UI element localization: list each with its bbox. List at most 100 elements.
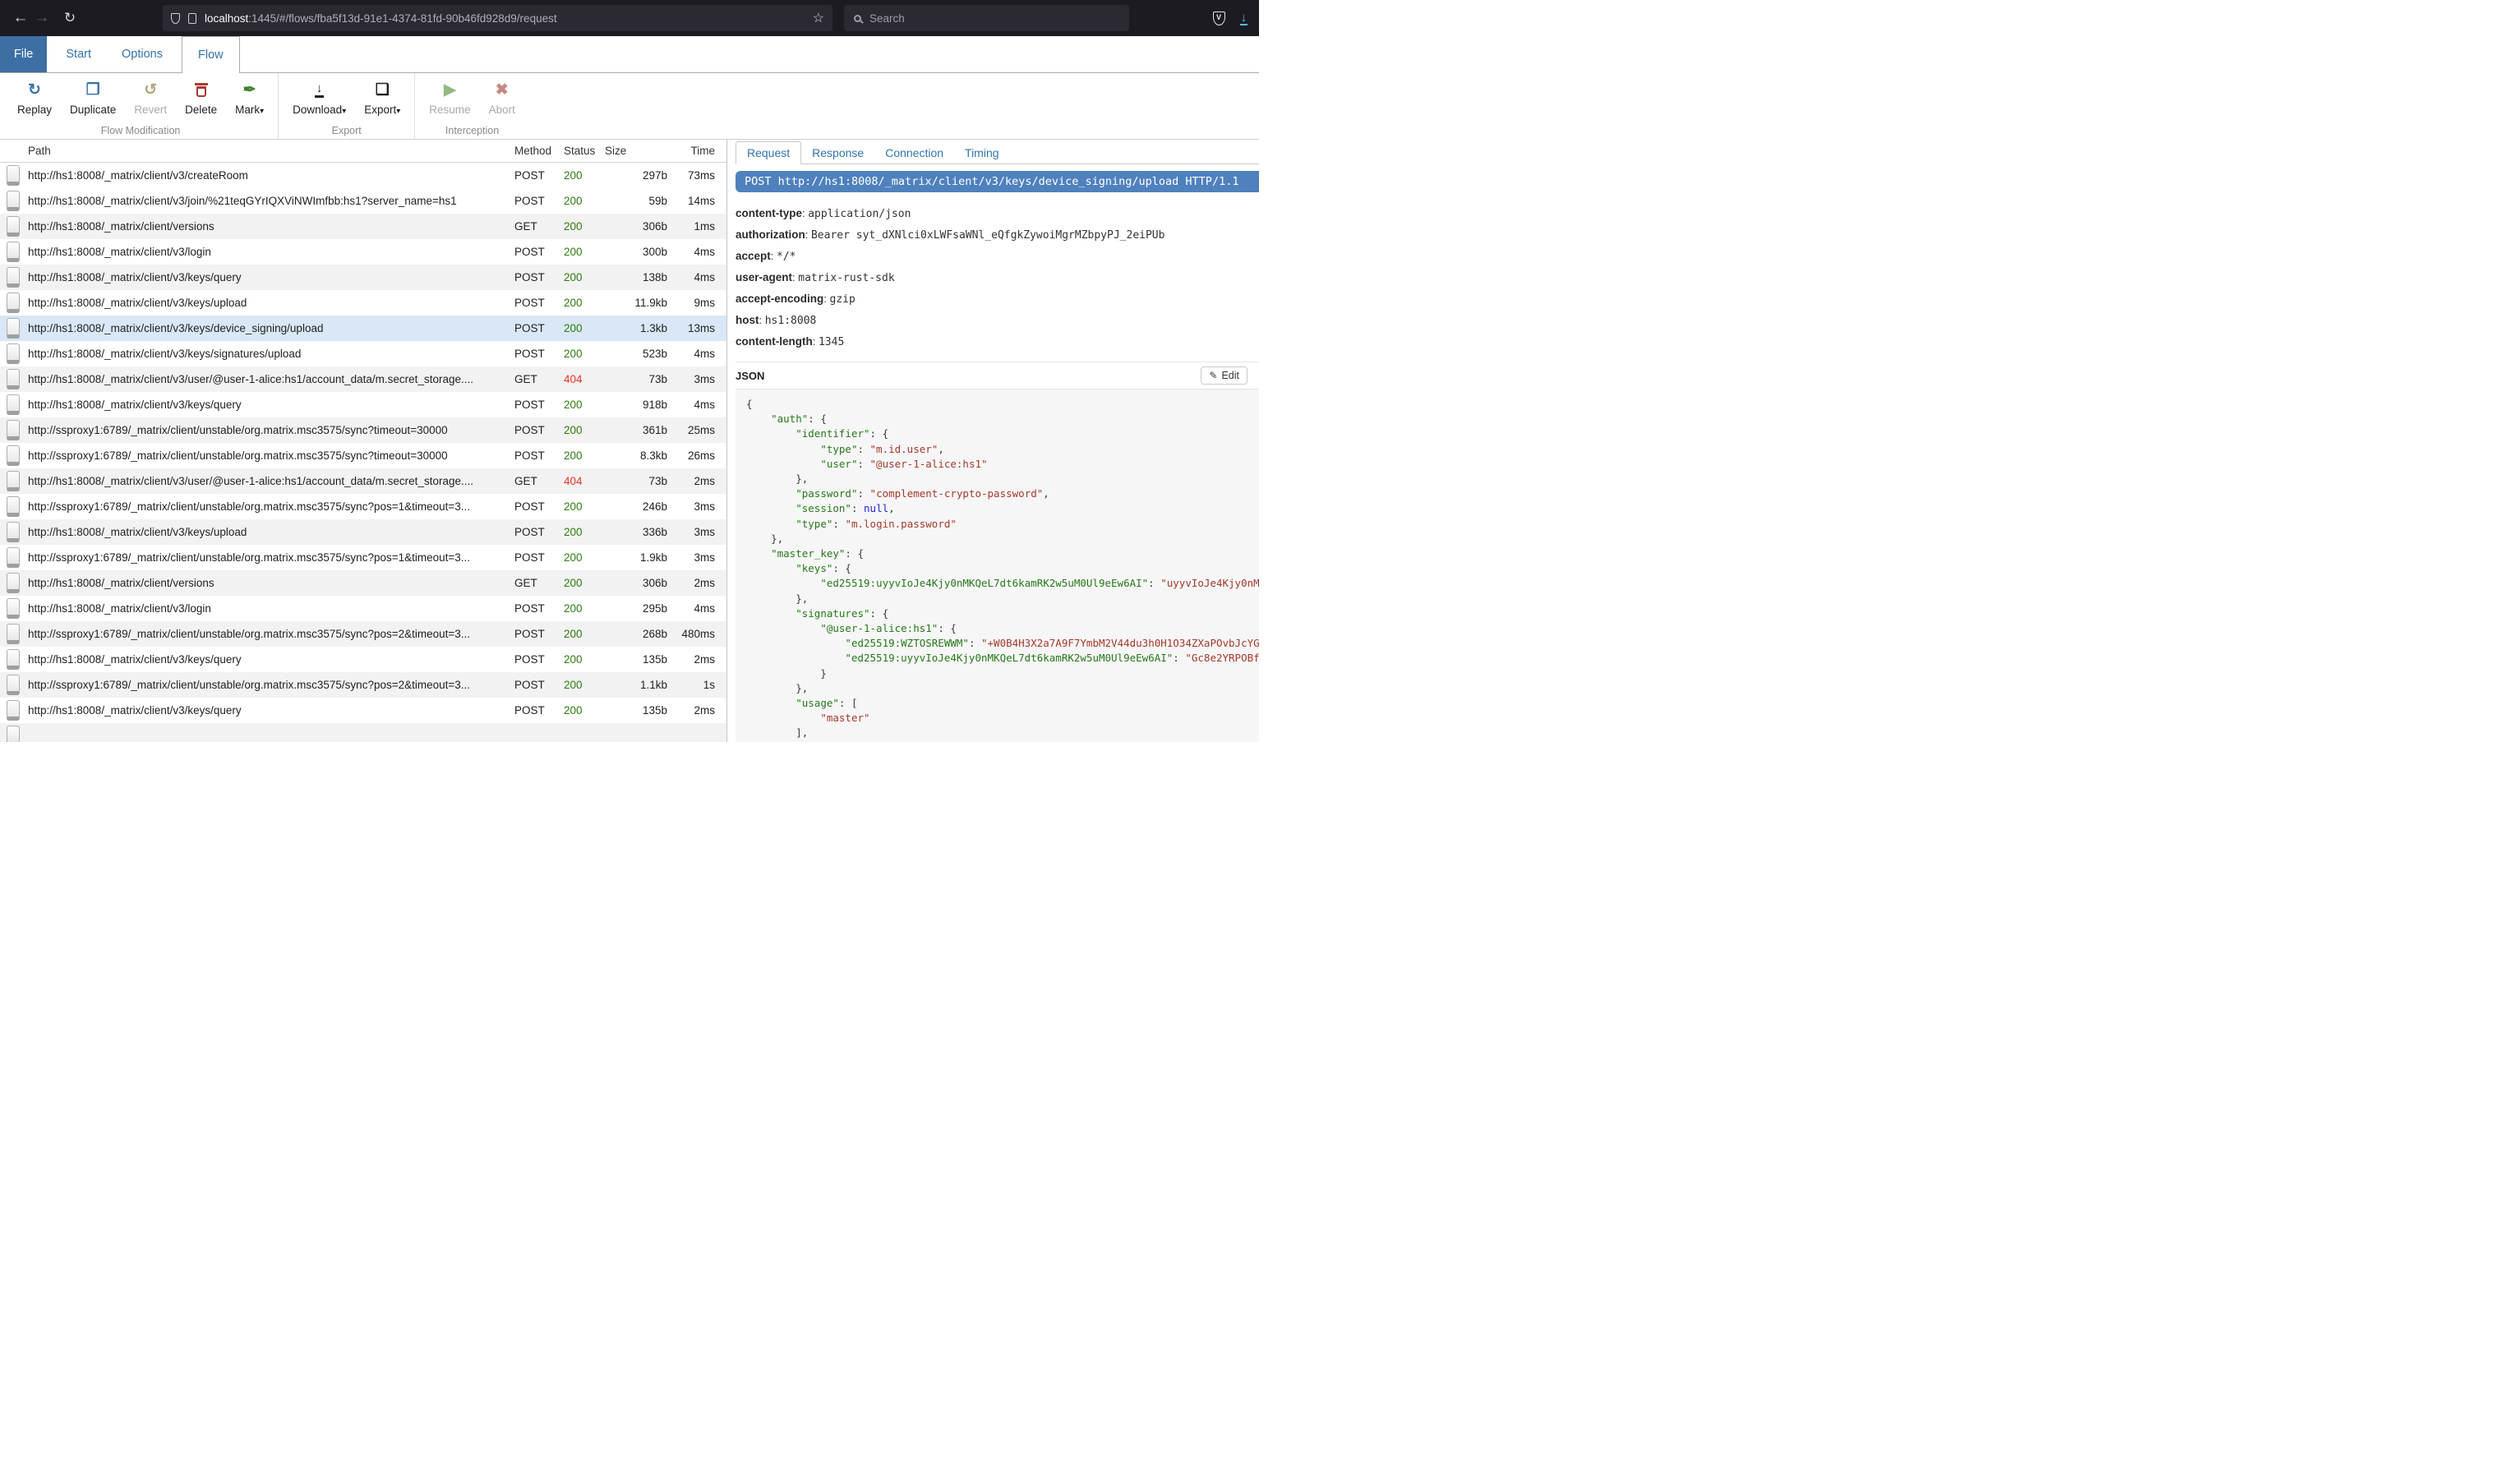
tab-timing[interactable]: Timing xyxy=(954,142,1010,164)
toolbar-delete-button[interactable]: Delete xyxy=(176,73,226,116)
flow-size: 1.3kb xyxy=(605,322,667,334)
toolbar-button-label: Mark▾ xyxy=(235,104,264,116)
request-header[interactable]: host: hs1:8008 xyxy=(736,314,1259,327)
request-header[interactable]: content-length: 1345 xyxy=(736,335,1259,348)
flow-path: http://hs1:8008/_matrix/client/v3/user/@… xyxy=(28,475,514,487)
toolbar-button-label: Export▾ xyxy=(364,104,400,116)
flow-method: POST xyxy=(514,628,564,640)
tab-response[interactable]: Response xyxy=(801,142,874,164)
flow-size: 1.1kb xyxy=(605,679,667,691)
flow-row[interactable]: http://ssproxy1:6789/_matrix/client/unst… xyxy=(0,672,726,698)
flow-row[interactable]: http://hs1:8008/_matrix/client/versionsG… xyxy=(0,570,726,596)
column-method[interactable]: Method xyxy=(514,145,564,157)
flow-time: 3ms xyxy=(667,526,715,538)
flow-row[interactable]: http://ssproxy1:6789/_matrix/client/unst… xyxy=(0,545,726,570)
tab-connection[interactable]: Connection xyxy=(874,142,954,164)
flow-time: 480ms xyxy=(667,628,715,640)
request-first-line[interactable]: POST http://hs1:8008/_matrix/client/v3/k… xyxy=(736,171,1259,192)
caret-down-icon: ▾ xyxy=(396,107,400,116)
flow-row[interactable]: http://hs1:8008/_matrix/client/v3/keys/q… xyxy=(0,647,726,672)
header-separator: : xyxy=(759,314,765,326)
flow-row[interactable]: http://hs1:8008/_matrix/client/v3/keys/s… xyxy=(0,341,726,366)
bookmark-star-icon[interactable]: ☆ xyxy=(813,10,824,26)
edit-button-label: Edit xyxy=(1221,370,1239,381)
flow-method: GET xyxy=(514,475,564,487)
flow-time: 4ms xyxy=(667,271,715,283)
header-name: accept-encoding xyxy=(736,293,823,305)
reload-icon[interactable]: ↻ xyxy=(59,10,81,26)
flow-row[interactable]: http://hs1:8008/_matrix/client/v3/user/@… xyxy=(0,366,726,392)
flow-rows: http://hs1:8008/_matrix/client/v3/create… xyxy=(0,163,726,742)
tab-request[interactable]: Request xyxy=(736,141,801,164)
header-value: matrix-rust-sdk xyxy=(798,272,894,284)
toolbar-abort-button[interactable]: ✖Abort xyxy=(480,73,524,116)
toolbar-mark-button[interactable]: ✒Mark▾ xyxy=(226,73,273,116)
column-path[interactable]: Path xyxy=(28,145,514,157)
flow-row[interactable]: http://ssproxy1:6789/_matrix/client/unst… xyxy=(0,417,726,443)
toolbar-replay-button[interactable]: ↻Replay xyxy=(8,73,61,116)
flow-row[interactable]: http://hs1:8008/_matrix/client/v3/keys/q… xyxy=(0,392,726,417)
flow-row[interactable] xyxy=(0,723,726,742)
extension-shield-icon[interactable]: V xyxy=(1213,12,1225,25)
search-bar[interactable]: Search xyxy=(844,5,1129,31)
flow-row[interactable]: http://hs1:8008/_matrix/client/versionsG… xyxy=(0,214,726,239)
url-path: :1445/#/flows/fba5f13d-91e1-4374-81fd-90… xyxy=(248,12,556,25)
flow-row[interactable]: http://ssproxy1:6789/_matrix/client/unst… xyxy=(0,621,726,647)
flow-path: http://ssproxy1:6789/_matrix/client/unst… xyxy=(28,424,514,436)
flow-row[interactable]: http://hs1:8008/_matrix/client/v3/loginP… xyxy=(0,596,726,621)
toolbar-group: ↻Replay❐Duplicate↺RevertDelete✒Mark▾Flow… xyxy=(3,73,278,139)
flow-status: 200 xyxy=(564,551,605,564)
flow-path: http://hs1:8008/_matrix/client/v3/keys/s… xyxy=(28,348,514,360)
menu-tab-flow[interactable]: Flow xyxy=(182,36,240,73)
address-bar[interactable]: localhost:1445/#/flows/fba5f13d-91e1-437… xyxy=(163,5,832,31)
toolbar-duplicate-button[interactable]: ❐Duplicate xyxy=(61,73,125,116)
toolbar-download-button[interactable]: ↓Download▾ xyxy=(284,73,355,116)
flow-table-header[interactable]: Path Method Status Size Time xyxy=(0,140,726,163)
flow-time: 9ms xyxy=(667,297,715,309)
flow-row[interactable]: http://hs1:8008/_matrix/client/v3/keys/d… xyxy=(0,316,726,341)
flow-row[interactable]: http://hs1:8008/_matrix/client/v3/keys/u… xyxy=(0,519,726,545)
toolbar-export-button[interactable]: ❏Export▾ xyxy=(355,73,409,116)
flow-row[interactable]: http://ssproxy1:6789/_matrix/client/unst… xyxy=(0,443,726,468)
request-header[interactable]: accept-encoding: gzip xyxy=(736,293,1259,306)
menu-start[interactable]: Start xyxy=(54,36,103,72)
flow-row[interactable]: http://hs1:8008/_matrix/client/v3/loginP… xyxy=(0,239,726,265)
request-header[interactable]: user-agent: matrix-rust-sdk xyxy=(736,271,1259,284)
column-status[interactable]: Status xyxy=(564,145,605,157)
toolbar-group: ↓Download▾❏Export▾ Export xyxy=(278,73,414,139)
request-header[interactable]: authorization: Bearer syt_dXNlci0xLWFsaW… xyxy=(736,228,1259,242)
edit-button[interactable]: ✎ Edit xyxy=(1201,366,1247,385)
toolbar-resume-button[interactable]: ▶Resume xyxy=(420,73,479,116)
flow-status: 404 xyxy=(564,373,605,385)
flow-status: 404 xyxy=(564,475,605,487)
page-info-icon[interactable] xyxy=(188,13,196,24)
flow-type-icon xyxy=(7,598,20,619)
flow-row[interactable]: http://hs1:8008/_matrix/client/v3/join/%… xyxy=(0,188,726,214)
flow-row[interactable]: http://hs1:8008/_matrix/client/v3/user/@… xyxy=(0,468,726,494)
flow-type-icon xyxy=(7,675,20,695)
menu-file-button[interactable]: File xyxy=(0,36,47,72)
menu-options[interactable]: Options xyxy=(110,36,174,72)
flow-row[interactable]: http://hs1:8008/_matrix/client/v3/keys/q… xyxy=(0,265,726,290)
flow-row[interactable]: http://hs1:8008/_matrix/client/v3/create… xyxy=(0,163,726,188)
request-header[interactable]: accept: */* xyxy=(736,250,1259,263)
column-size[interactable]: Size xyxy=(605,145,667,157)
request-header[interactable]: content-type: application/json xyxy=(736,207,1259,220)
json-body-view[interactable]: { "auth": { "identifier": { "type": "m.i… xyxy=(736,389,1259,742)
flow-row[interactable]: http://ssproxy1:6789/_matrix/client/unst… xyxy=(0,494,726,519)
toolbar-group-caption: Export xyxy=(284,125,409,139)
flow-row[interactable]: http://hs1:8008/_matrix/client/v3/keys/u… xyxy=(0,290,726,316)
toolbar-button-label: Abort xyxy=(489,104,515,116)
header-name: authorization xyxy=(736,228,805,241)
column-time[interactable]: Time xyxy=(667,145,715,157)
tracking-shield-icon[interactable] xyxy=(171,13,180,24)
flow-size: 8.3kb xyxy=(605,449,667,462)
forward-icon[interactable]: → xyxy=(31,9,53,27)
flow-row[interactable]: http://hs1:8008/_matrix/client/v3/keys/q… xyxy=(0,698,726,723)
header-name: user-agent xyxy=(736,271,792,283)
downloads-icon[interactable]: ↓ xyxy=(1240,12,1248,25)
flow-status: 200 xyxy=(564,577,605,589)
back-icon[interactable]: ← xyxy=(10,9,31,27)
flow-size: 73b xyxy=(605,373,667,385)
toolbar-revert-button[interactable]: ↺Revert xyxy=(125,73,176,116)
